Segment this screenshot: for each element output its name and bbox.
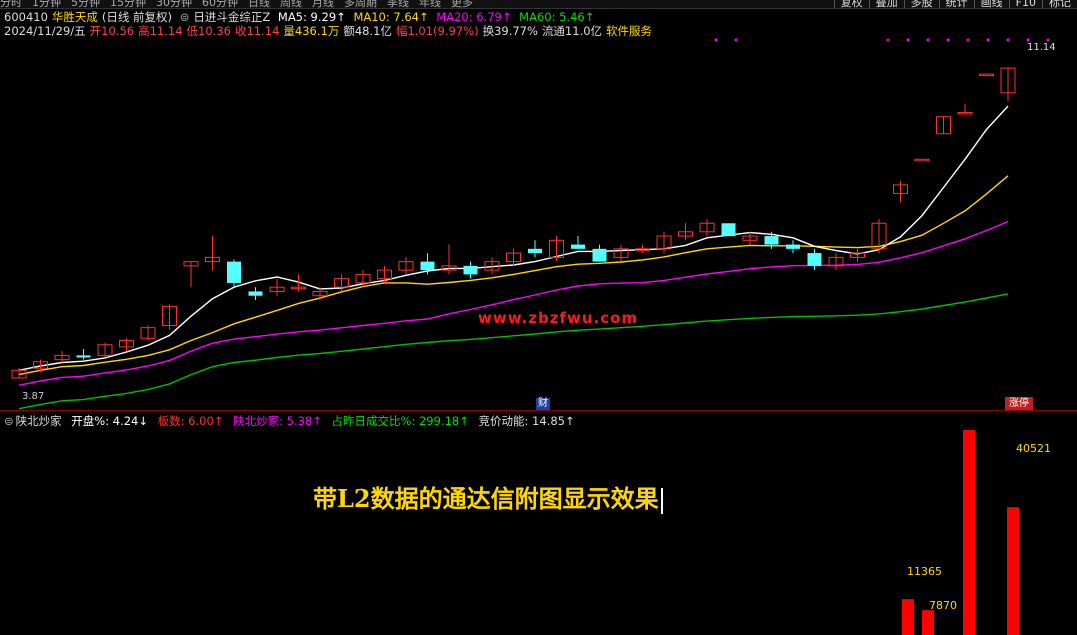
auction-momentum-value: 竞价动能: 14.85↑ — [478, 414, 575, 428]
ma10-value: MA10: 7.64↑ — [353, 10, 429, 24]
ma60-value: MA60: 5.46↑ — [519, 10, 595, 24]
quote-date: 2024/11/29/五 — [4, 24, 86, 38]
watermark: www.zbzfwu.com — [478, 309, 639, 327]
low-price-label: 3.87 — [22, 391, 45, 402]
text-cursor — [660, 487, 663, 514]
candle-body-down — [528, 248, 542, 254]
candle-body-down — [463, 265, 478, 275]
candle-body-down — [76, 355, 91, 358]
financial-badge[interactable]: 财 — [536, 398, 550, 410]
quote-float: 流通11.0亿 — [541, 24, 603, 38]
volume-bar — [1007, 507, 1019, 635]
candle-body-down — [571, 244, 585, 249]
volume-bar — [922, 610, 934, 635]
quote-amount: 额48.1亿 — [343, 24, 392, 38]
open-pct-value: 开盘%: 4.24↓ — [71, 414, 148, 428]
marker-dot — [714, 38, 718, 42]
candle-body-down — [786, 244, 800, 249]
candle-body-down — [807, 253, 822, 266]
quote-change: 幅1.01(9.97%) — [395, 24, 479, 38]
caption-text: 带L2数据的通达信附图显示效果 — [313, 479, 663, 514]
stock-name[interactable]: 华胜天成 — [52, 10, 98, 24]
ma5-line — [18, 105, 1009, 371]
sub-indicator-header: ⊜ 陕北炒家 开盘%: 4.24↓ 板数: 6.00↑ 陕北炒家: 5.38↑ 占… — [4, 414, 581, 428]
high-price-label: 11.14 — [1027, 42, 1056, 53]
ma5-value: MA5: 9.29↑ — [277, 10, 346, 24]
chart-mode[interactable]: (日线 前复权) — [102, 10, 172, 24]
candle-body-down — [248, 291, 263, 296]
volume-label: 7870 — [929, 599, 957, 612]
marker-dot — [734, 38, 738, 42]
ma20-value: MA20: 6.79↑ — [436, 10, 512, 24]
candle-body-down — [764, 236, 779, 245]
volume-bar — [963, 430, 975, 635]
marker-dot — [926, 38, 930, 42]
marker-dot — [986, 38, 990, 42]
candle-body-down — [721, 223, 736, 237]
volume-ratio-value: 占昨日成交比%: 299.18↑ — [331, 414, 469, 428]
indicator-icon[interactable]: ⊜ — [4, 414, 14, 428]
stock-code: 600410 — [4, 10, 48, 24]
marker-dot — [1006, 38, 1010, 42]
marker-dot — [966, 38, 970, 42]
quote-close: 收11.14 — [234, 24, 280, 38]
quote-volume: 量436.1万 — [283, 24, 340, 38]
candle-body-down — [420, 261, 435, 271]
marker-dot — [886, 38, 890, 42]
sub-indicator-name[interactable]: 陕北炒家 — [16, 414, 62, 428]
quote-info-line: 2024/11/29/五 开10.56 高11.14 低10.36 收11.14 量436… — [4, 24, 656, 38]
stock-info-line: 600410 华胜天成 (日线 前复权) ⊜ 日进斗金综正Z MA5: 9.29↑ M… — [4, 10, 598, 24]
quote-low: 低10.36 — [186, 24, 231, 38]
ma10-line — [18, 175, 1009, 376]
indicator-name[interactable]: 日进斗金综正Z — [193, 10, 270, 24]
volume-label: 11365 — [907, 565, 942, 578]
shanbei-value: 陕北炒家: 5.38↑ — [233, 414, 322, 428]
candle-body-up — [979, 73, 994, 77]
limit-up-badge[interactable]: 涨停 — [1005, 397, 1033, 410]
pane-divider[interactable] — [0, 410, 1077, 411]
candle-body-down — [592, 248, 607, 262]
candle-body-down — [227, 261, 241, 283]
ma20-line — [18, 220, 1009, 386]
marker-dot — [946, 38, 950, 42]
candle-body-up — [957, 111, 973, 115]
marker-dot — [906, 38, 910, 42]
board-count-value: 板数: 6.00↑ — [157, 414, 224, 428]
caption-label: 带L2数据的通达信附图显示效果 — [313, 484, 659, 513]
quote-sector[interactable]: 软件服务 — [606, 24, 652, 38]
candle-body-up — [914, 158, 930, 162]
volume-bar — [902, 599, 914, 635]
volume-label: 40521 — [1016, 442, 1051, 455]
indicator-icon[interactable]: ⊜ — [180, 10, 190, 24]
quote-high: 高11.14 — [138, 24, 183, 38]
quote-open: 开10.56 — [89, 24, 135, 38]
quote-turnover: 换39.77% — [482, 24, 538, 38]
